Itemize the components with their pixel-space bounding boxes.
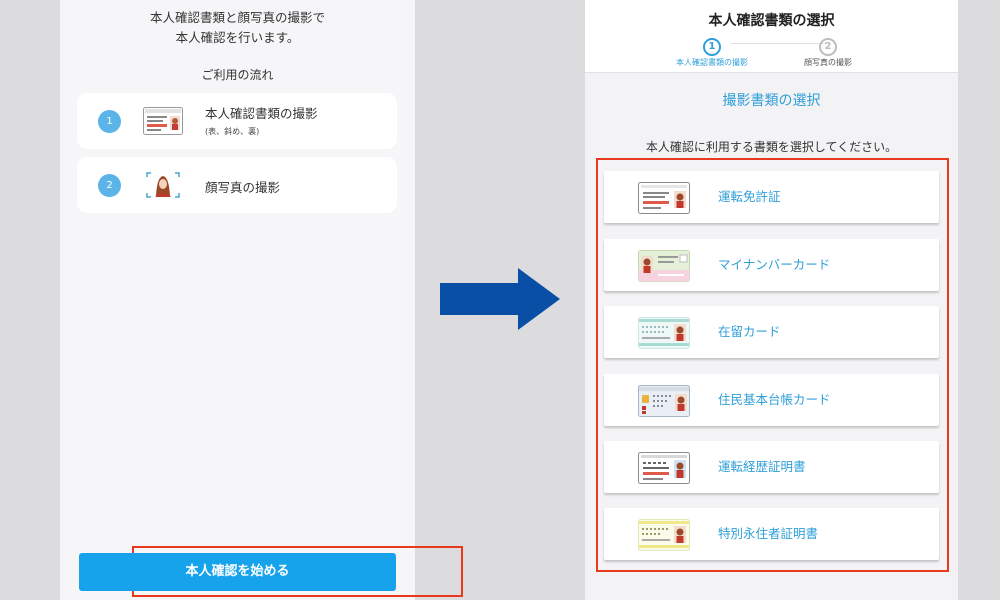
stepper-step-1: 1 本人確認書類の撮影 bbox=[657, 34, 767, 68]
face-photo-icon bbox=[146, 172, 180, 198]
header: 本人確認書類の選択 1 本人確認書類の撮影 2 顔写真の撮影 bbox=[585, 0, 958, 73]
document-option-driving-history-certificate[interactable]: 運転経歴証明書 bbox=[604, 441, 939, 493]
document-option-drivers-license[interactable]: 運転免許証 bbox=[604, 171, 939, 223]
document-label: 在留カード bbox=[718, 324, 781, 339]
step-number-1: 1 bbox=[98, 110, 121, 133]
document-option-residence-card[interactable]: 在留カード bbox=[604, 306, 939, 358]
document-option-my-number-card[interactable]: マイナンバーカード bbox=[604, 239, 939, 291]
id-card-icon bbox=[143, 107, 183, 135]
flow-step-2: 2 顔写真の撮影 bbox=[77, 157, 397, 213]
document-label: 特別永住者証明書 bbox=[718, 526, 819, 541]
driving-history-certificate-icon bbox=[638, 452, 690, 484]
resident-registry-card-icon bbox=[638, 385, 690, 417]
step-label-1: 本人確認書類の撮影 bbox=[205, 106, 318, 121]
document-label: 運転免許証 bbox=[718, 189, 781, 204]
intro-line-2: 本人確認を行います。 bbox=[175, 30, 300, 45]
my-number-card-icon bbox=[638, 250, 690, 282]
drivers-license-icon bbox=[638, 182, 690, 214]
step-sublabel-1: (表、斜め、裏) bbox=[205, 127, 260, 136]
page-title: 本人確認書類の選択 bbox=[708, 13, 835, 29]
stepper-label-1: 本人確認書類の撮影 bbox=[676, 58, 748, 67]
step-label-2: 顔写真の撮影 bbox=[205, 180, 281, 195]
intro-line-1: 本人確認書類と顔写真の撮影で bbox=[149, 10, 325, 25]
section-title: 撮影書類の選択 bbox=[722, 93, 821, 109]
intro-text: 本人確認書類と顔写真の撮影で 本人確認を行います。 bbox=[60, 8, 415, 48]
document-option-resident-registry-card[interactable]: 住民基本台帳カード bbox=[604, 374, 939, 426]
step-number-2: 2 bbox=[98, 174, 121, 197]
residence-card-icon bbox=[638, 317, 690, 349]
arrow-right-icon bbox=[440, 268, 560, 330]
document-label: 運転経歴証明書 bbox=[718, 459, 806, 474]
start-verification-button[interactable]: 本人確認を始める bbox=[79, 553, 396, 591]
document-label: マイナンバーカード bbox=[718, 257, 831, 272]
stepper-circle-1: 1 bbox=[703, 38, 721, 56]
left-screen: 本人確認書類と顔写真の撮影で 本人確認を行います。 ご利用の流れ 1 本人確認書… bbox=[60, 0, 463, 600]
document-option-special-permanent-resident-certificate[interactable]: 特別永住者証明書 bbox=[604, 508, 939, 560]
instruction-text: 本人確認に利用する書類を選択してください。 bbox=[645, 140, 898, 154]
stepper-label-2: 顔写真の撮影 bbox=[804, 58, 852, 67]
stepper-step-2: 2 顔写真の撮影 bbox=[773, 34, 883, 68]
flow-step-1: 1 本人確認書類の撮影 (表、斜め、裏) bbox=[77, 93, 397, 149]
flow-title: ご利用の流れ bbox=[201, 68, 274, 82]
special-permanent-resident-certificate-icon bbox=[638, 519, 690, 551]
stepper-circle-2: 2 bbox=[819, 38, 837, 56]
document-label: 住民基本台帳カード bbox=[718, 392, 831, 407]
right-screen: 本人確認書類の選択 1 本人確認書類の撮影 2 顔写真の撮影 撮影書類の選択 本… bbox=[585, 0, 958, 600]
